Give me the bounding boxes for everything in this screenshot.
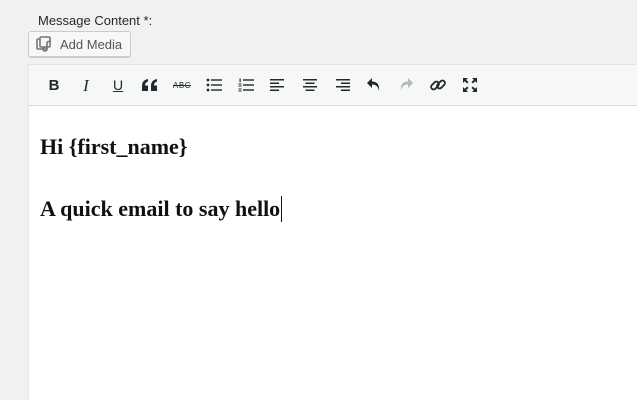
text-caret (281, 196, 283, 222)
editor-toolbar: B I U ABC (29, 65, 637, 106)
numbered-list-icon (238, 78, 254, 92)
redo-icon (398, 77, 414, 93)
add-media-label: Add Media (60, 36, 123, 52)
quote-icon (141, 78, 159, 92)
italic-button[interactable]: I (70, 70, 102, 100)
rich-text-editor: B I U ABC Hi {first_name} A quick email … (28, 64, 637, 400)
strikethrough-icon: ABC (173, 80, 191, 90)
editor-line-body: A quick email to say hello (40, 196, 637, 222)
underline-icon: U (112, 76, 124, 93)
editor-line-body-text: A quick email to say hello (40, 196, 281, 221)
align-right-icon (334, 78, 350, 92)
bold-button[interactable]: B (38, 70, 70, 100)
undo-icon (366, 77, 382, 93)
editor-content-area[interactable]: Hi {first_name} A quick email to say hel… (29, 106, 637, 222)
align-center-button[interactable] (294, 70, 326, 100)
numbered-list-button[interactable] (230, 70, 262, 100)
align-left-icon (270, 78, 286, 92)
fullscreen-button[interactable] (454, 70, 486, 100)
align-left-button[interactable] (262, 70, 294, 100)
redo-button[interactable] (390, 70, 422, 100)
editor-line-greeting: Hi {first_name} (40, 134, 188, 159)
message-content-label: Message Content *: (38, 13, 153, 28)
blockquote-button[interactable] (134, 70, 166, 100)
bullet-list-icon (206, 78, 222, 92)
align-right-button[interactable] (326, 70, 358, 100)
media-icon (36, 35, 54, 53)
undo-button[interactable] (358, 70, 390, 100)
strikethrough-button[interactable]: ABC (166, 70, 198, 100)
link-button[interactable] (422, 70, 454, 100)
bullet-list-button[interactable] (198, 70, 230, 100)
italic-icon: I (83, 75, 89, 95)
message-content-panel: Message Content *: Add Media B I U ABC H… (0, 0, 637, 400)
link-icon (429, 76, 447, 94)
align-center-icon (302, 78, 318, 92)
fullscreen-icon (462, 77, 478, 93)
underline-button[interactable]: U (102, 70, 134, 100)
bold-icon: B (48, 76, 60, 94)
add-media-button[interactable]: Add Media (28, 31, 131, 57)
